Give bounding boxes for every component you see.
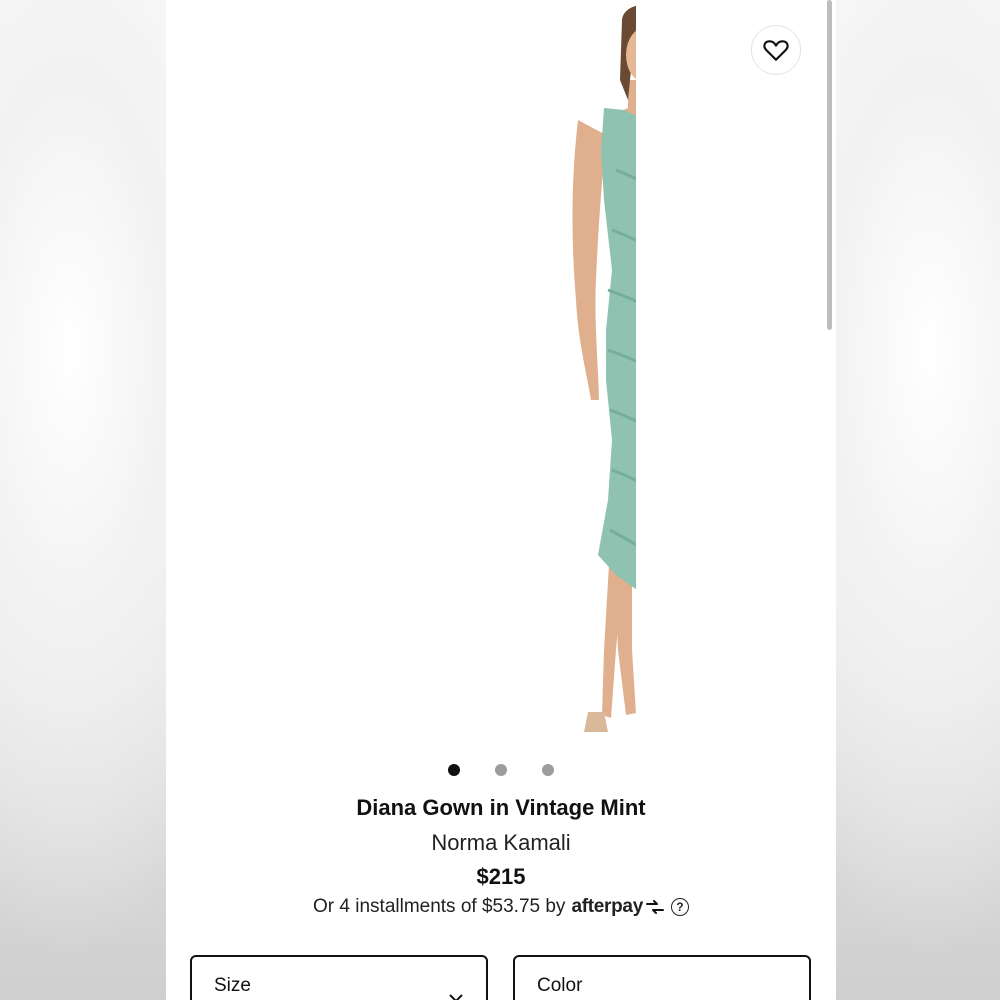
carousel-dot-2[interactable] bbox=[495, 764, 507, 776]
chevron-down-icon bbox=[449, 994, 463, 1000]
color-select[interactable]: Color bbox=[513, 955, 811, 1000]
question-icon[interactable]: ? bbox=[670, 898, 689, 916]
product-title: Diana Gown in Vintage Mint bbox=[356, 795, 646, 820]
afterpay-label: afterpay bbox=[571, 896, 643, 917]
brand-name[interactable]: Norma Kamali bbox=[166, 830, 836, 856]
size-select-label: Size bbox=[214, 975, 251, 996]
product-page: Diana Gown in Vintage Mint Norma Kamali … bbox=[166, 0, 836, 1000]
carousel-dot-3[interactable] bbox=[542, 764, 554, 776]
scrollbar[interactable] bbox=[827, 0, 832, 330]
installments-text: Or 4 installments of $53.75 by bbox=[313, 896, 566, 917]
size-select[interactable]: Size bbox=[190, 955, 488, 1000]
price: $215 bbox=[476, 864, 526, 889]
wishlist-button[interactable] bbox=[751, 25, 801, 75]
carousel-dot-1[interactable] bbox=[448, 764, 460, 776]
heart-icon bbox=[763, 40, 789, 61]
product-image[interactable] bbox=[366, 0, 636, 750]
color-select-label: Color bbox=[537, 975, 583, 996]
installments-info: Or 4 installments of $53.75 by afterpay … bbox=[166, 896, 836, 918]
afterpay-arrows-icon bbox=[645, 900, 664, 914]
afterpay-logo[interactable]: afterpay bbox=[571, 896, 665, 918]
carousel-indicators bbox=[166, 764, 836, 776]
